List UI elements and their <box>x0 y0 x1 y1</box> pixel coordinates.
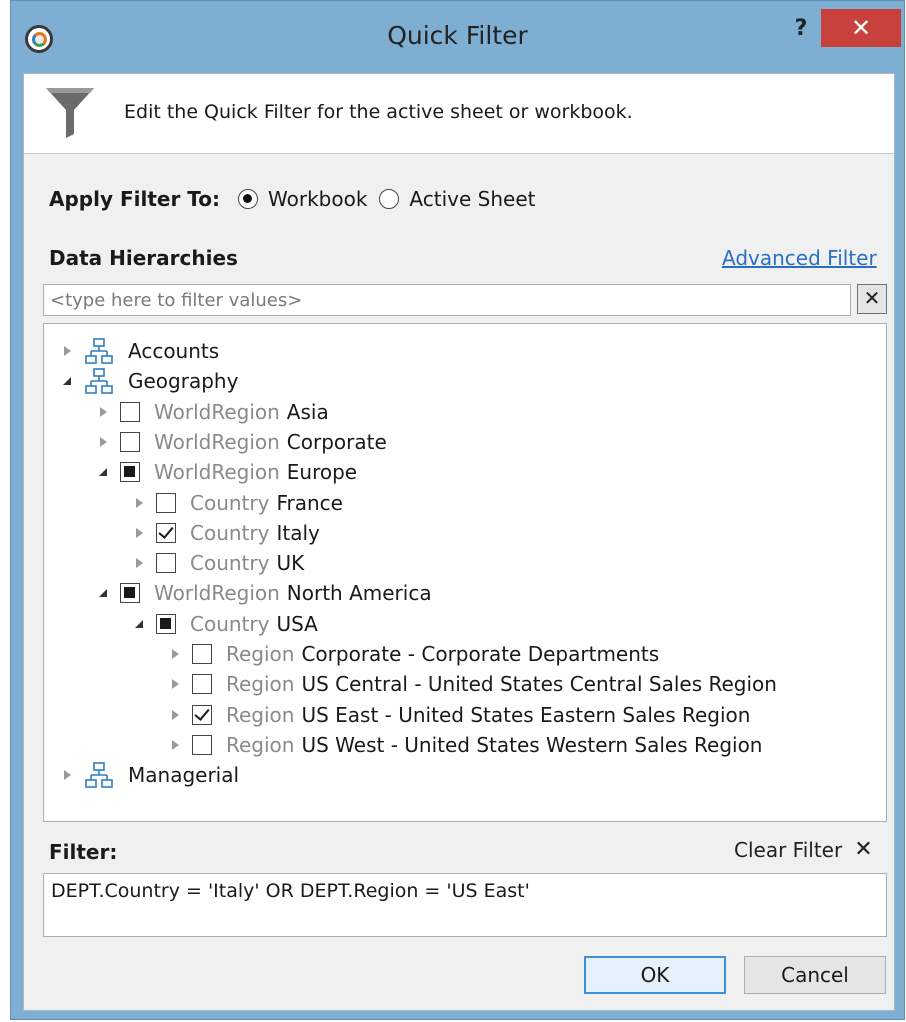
tree-member[interactable]: Region US Central - United States Central… <box>168 669 777 699</box>
member-checkbox[interactable] <box>120 583 140 604</box>
hierarchy-icon <box>85 338 113 364</box>
member-checkbox[interactable] <box>156 553 176 574</box>
funnel-icon <box>46 88 94 138</box>
filter-expression-box[interactable]: DEPT.Country = 'Italy' OR DEPT.Region = … <box>43 873 887 937</box>
level-name: Region <box>226 672 295 697</box>
data-hierarchies-label: Data Hierarchies <box>49 246 238 270</box>
member-value: US West - United States Western Sales Re… <box>301 732 763 757</box>
hierarchy-icon <box>85 762 113 788</box>
level-name: WorldRegion <box>154 399 280 424</box>
header-band: Edit the Quick Filter for the active she… <box>24 74 894 154</box>
radio-workbook[interactable] <box>238 189 259 209</box>
tree-member[interactable]: Region US East - United States Eastern Sa… <box>168 700 750 730</box>
member-checkbox[interactable] <box>120 462 140 483</box>
close-button[interactable]: ✕ <box>821 9 901 47</box>
cancel-button[interactable]: Cancel <box>744 956 886 994</box>
help-button[interactable]: ? <box>786 14 816 44</box>
tree-hierarchy-accounts[interactable]: Accounts <box>60 336 219 366</box>
member-value: Geography <box>128 369 239 394</box>
collapsed-triangle-icon[interactable] <box>132 526 146 540</box>
expanded-triangle-icon[interactable] <box>132 617 146 631</box>
tree-member[interactable]: WorldRegion Corporate <box>96 427 387 457</box>
member-checkbox[interactable] <box>120 401 140 422</box>
expanded-triangle-icon[interactable] <box>60 374 74 388</box>
clear-filter-button[interactable]: Clear Filter ✕ <box>734 837 873 862</box>
collapsed-triangle-icon[interactable] <box>132 496 146 510</box>
window-title: Quick Filter <box>387 21 528 50</box>
member-checkbox[interactable] <box>192 644 212 664</box>
expanded-triangle-icon[interactable] <box>96 465 110 479</box>
collapsed-triangle-icon[interactable] <box>96 435 110 449</box>
collapsed-triangle-icon[interactable] <box>168 738 182 752</box>
member-checkbox[interactable] <box>120 431 140 452</box>
filter-values-input[interactable] <box>43 284 851 316</box>
close-icon: ✕ <box>854 837 873 862</box>
member-value: UK <box>276 551 305 576</box>
tree-member[interactable]: Region Corporate - Corporate Departments <box>168 639 659 669</box>
member-checkbox[interactable] <box>156 492 176 513</box>
quick-filter-dialog: Quick Filter ? ✕ Edit the Quick Filter f… <box>10 0 905 1020</box>
apply-filter-label: Apply Filter To: <box>49 187 221 211</box>
member-value: North America <box>286 581 432 606</box>
collapsed-triangle-icon[interactable] <box>60 344 74 358</box>
hierarchy-tree[interactable]: Accounts Geography WorldRegion Asia WorldReg… <box>43 323 887 822</box>
member-value: Corporate <box>286 429 387 454</box>
radio-active-sheet[interactable] <box>379 189 400 209</box>
member-value: Managerial <box>128 763 240 788</box>
member-value: USA <box>276 611 318 636</box>
member-checkbox[interactable] <box>192 734 212 755</box>
member-value: US Central - United States Central Sales… <box>301 672 777 697</box>
tree-member[interactable]: WorldRegion Asia <box>96 397 329 427</box>
collapsed-triangle-icon[interactable] <box>168 647 182 661</box>
level-name: Country <box>190 520 270 545</box>
member-value: Europe <box>286 460 358 485</box>
collapsed-triangle-icon[interactable] <box>168 677 182 691</box>
member-value: US East - United States Eastern Sales Re… <box>301 702 751 727</box>
member-value: Asia <box>286 399 329 424</box>
member-value: Italy <box>276 520 320 545</box>
member-checkbox[interactable] <box>156 522 176 543</box>
dialog-body: Edit the Quick Filter for the active she… <box>23 73 895 1011</box>
tree-member[interactable]: WorldRegion Europe <box>96 457 357 487</box>
clear-input-button[interactable]: ✕ <box>857 284 887 314</box>
tree-hierarchy-managerial[interactable]: Managerial <box>60 760 239 790</box>
tree-member[interactable]: Country Italy <box>132 518 320 548</box>
hierarchy-icon <box>85 368 113 395</box>
tree-member[interactable]: Country France <box>132 488 343 518</box>
level-name: Region <box>226 732 295 757</box>
radio-active-sheet-label[interactable]: Active Sheet <box>409 187 535 211</box>
level-name: WorldRegion <box>154 429 280 454</box>
collapsed-triangle-icon[interactable] <box>60 768 74 782</box>
collapsed-triangle-icon[interactable] <box>168 708 182 722</box>
level-name: WorldRegion <box>154 581 280 606</box>
title-bar[interactable]: Quick Filter ? ✕ <box>11 1 904 71</box>
apply-filter-row: Apply Filter To: Workbook Active Sheet <box>49 187 547 211</box>
radio-workbook-label[interactable]: Workbook <box>268 187 367 211</box>
member-value: France <box>276 490 343 515</box>
header-description: Edit the Quick Filter for the active she… <box>124 101 633 123</box>
collapsed-triangle-icon[interactable] <box>132 556 146 570</box>
level-name: WorldRegion <box>154 460 280 485</box>
tree-member[interactable]: WorldRegion North America <box>96 578 432 608</box>
level-name: Region <box>226 702 295 727</box>
clear-filter-label: Clear Filter <box>734 837 843 862</box>
level-name: Region <box>226 642 295 666</box>
tree-hierarchy-geography[interactable]: Geography <box>60 366 238 396</box>
member-checkbox[interactable] <box>192 704 212 725</box>
level-name: Country <box>190 611 270 636</box>
tree-member[interactable]: Country USA <box>132 609 318 639</box>
ok-button[interactable]: OK <box>584 956 726 994</box>
filter-label: Filter: <box>49 840 118 864</box>
expanded-triangle-icon[interactable] <box>96 586 110 600</box>
tree-member[interactable]: Region US West - United States Western Sa… <box>168 730 762 760</box>
level-name: Country <box>190 490 270 515</box>
member-checkbox[interactable] <box>192 674 212 695</box>
collapsed-triangle-icon[interactable] <box>96 405 110 419</box>
member-checkbox[interactable] <box>156 613 176 634</box>
member-value: Corporate - Corporate Departments <box>301 642 660 666</box>
tree-member[interactable]: Country UK <box>132 548 304 578</box>
advanced-filter-link[interactable]: Advanced Filter <box>722 246 877 270</box>
level-name: Country <box>190 551 270 576</box>
member-value: Accounts <box>128 339 220 363</box>
